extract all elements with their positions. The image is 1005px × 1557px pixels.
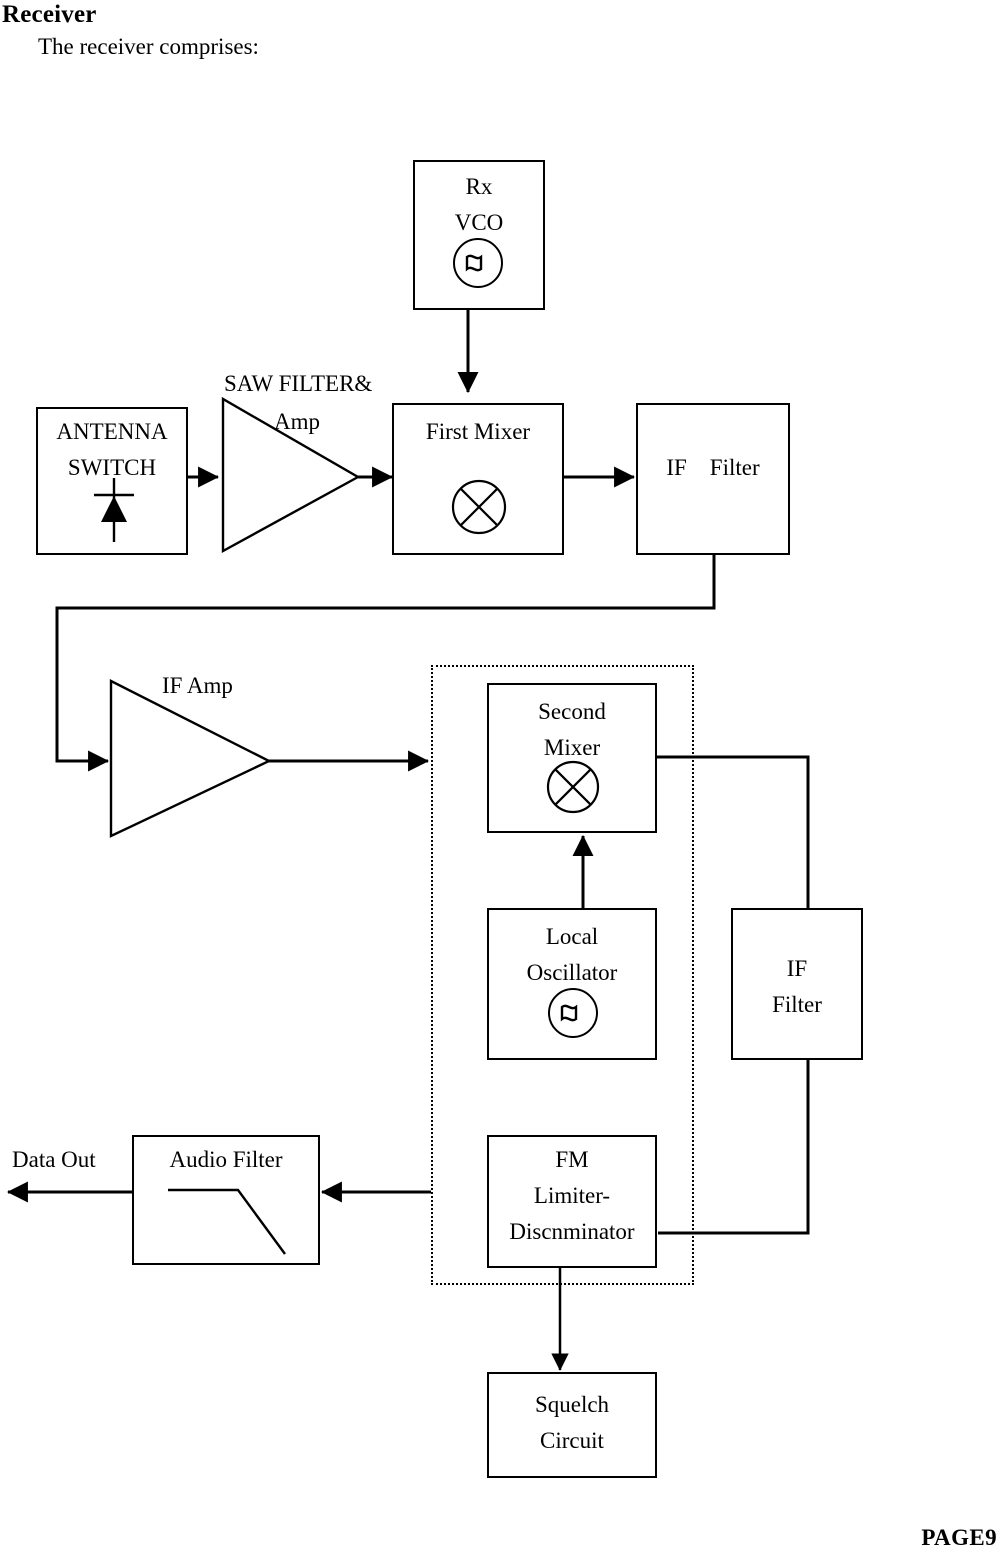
block-local-oscillator-line1: Local xyxy=(545,924,599,949)
document-page: Receiver The receiver comprises: Rx VCO … xyxy=(0,0,1005,1557)
receiver-block-diagram: Rx VCO ANTENNA SWITCH SAW FILTER& Amp Fi… xyxy=(0,0,1005,1557)
page-footer: PAGE9 xyxy=(921,1525,997,1550)
block-squelch-line2: Circuit xyxy=(540,1428,604,1453)
mixer-icon xyxy=(546,760,600,814)
oscillator-icon xyxy=(548,988,598,1038)
block-fm-limiter-line3: Discnminator xyxy=(509,1219,635,1244)
block-first-mixer-label: First Mixer xyxy=(425,419,531,444)
block-fm-limiter-line1: FM xyxy=(555,1147,589,1172)
block-second-mixer-line1: Second xyxy=(538,699,606,724)
block-saw-filter-label-line2: Amp xyxy=(274,409,320,434)
block-rx-vco-line1: Rx xyxy=(465,174,493,199)
block-fm-limiter-line2: Limiter- xyxy=(533,1183,611,1208)
block-if-filter-1-label: IF Filter xyxy=(666,455,760,480)
block-rx-vco-line2: VCO xyxy=(454,210,504,235)
mixer-icon xyxy=(451,479,507,535)
block-audio-filter-label: Audio Filter xyxy=(169,1147,283,1172)
label-data-out: Data Out xyxy=(12,1147,96,1172)
block-squelch-circuit[interactable] xyxy=(487,1372,657,1478)
block-if-amp[interactable] xyxy=(106,676,276,846)
diode-icon xyxy=(94,478,134,542)
block-if-filter-2-line1: IF xyxy=(786,956,808,981)
block-if-amp-label: IF Amp xyxy=(162,673,233,698)
block-if-filter-2[interactable] xyxy=(731,908,863,1060)
oscillator-icon xyxy=(453,238,503,288)
block-local-oscillator-line2: Oscillator xyxy=(526,960,618,985)
block-squelch-line1: Squelch xyxy=(534,1392,610,1417)
block-if-filter-2-line2: Filter xyxy=(772,992,822,1017)
block-second-mixer-line2: Mixer xyxy=(543,735,601,760)
block-saw-filter-label-line1: SAW FILTER& xyxy=(224,371,373,396)
lowpass-response-icon xyxy=(168,1188,286,1255)
block-antenna-switch-line1: ANTENNA xyxy=(56,419,168,444)
